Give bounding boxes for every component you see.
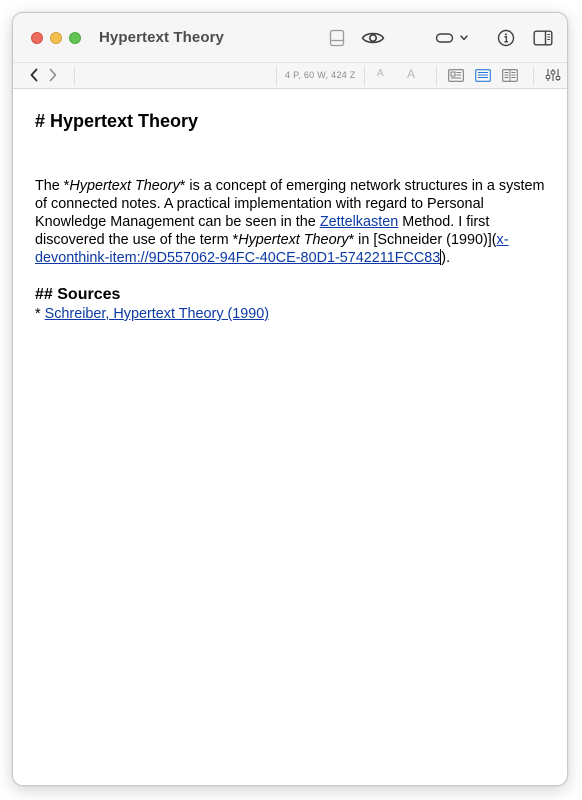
bottom-panel-icon[interactable] [327,26,347,50]
window-title: Hypertext Theory [99,29,224,46]
text-run: The * [35,178,70,194]
text-layout-icon [448,68,464,82]
toolbar-divider [436,66,437,86]
zettelkasten-link[interactable]: Zettelkasten [320,214,398,230]
forward-button[interactable] [44,66,62,84]
eye-icon[interactable] [360,26,386,50]
emphasis-text: Hypertext Theory [69,178,180,194]
increase-font-button[interactable]: A [407,67,415,81]
list-bullet: * [35,306,45,322]
decrease-font-button[interactable]: A [377,68,384,79]
info-icon[interactable] [496,26,516,50]
view-mode-split-button[interactable] [502,68,518,82]
view-mode-editor-button[interactable] [448,68,464,82]
text-run: ). [441,250,451,266]
source-link[interactable]: Schreiber, Hypertext Theory (1990) [45,306,270,322]
document-stats: 4 P, 60 W, 424 Z [285,70,356,80]
text-lines-icon [475,68,491,82]
sliders-icon [545,69,561,81]
tag-menu-button[interactable] [435,26,471,50]
sidebar-icon[interactable] [532,26,554,50]
list-item: * Schreiber, Hypertext Theory (1990) [35,305,545,323]
document-heading: # Hypertext Theory [35,111,199,131]
font-smaller-label: A [377,68,384,79]
maximize-window-button[interactable] [69,32,81,44]
toolbar-divider [533,66,534,86]
toolbar-divider [74,66,75,86]
split-view-icon [502,68,518,82]
sources-heading: ## Sources [35,286,121,303]
capsule-icon [435,33,468,43]
document-content[interactable]: # Hypertext Theory The *Hypertext Theory… [13,89,567,785]
view-mode-preview-button[interactable] [475,68,491,82]
close-window-button[interactable] [31,32,43,44]
chevron-left-icon [30,68,38,82]
emphasis-text: Hypertext Theory [238,232,349,248]
toolbar-divider [364,66,365,86]
chevron-right-icon [49,68,57,82]
toolbar-divider [276,66,277,86]
document-window: Hypertext Theory 4 P, 60 W, 424 Z A A # … [12,12,568,786]
title-bar: Hypertext Theory [13,13,567,63]
editor-toolbar: 4 P, 60 W, 424 Z A A [13,63,567,89]
back-button[interactable] [25,66,43,84]
minimize-window-button[interactable] [50,32,62,44]
body-paragraph: The *Hypertext Theory* is a concept of e… [35,177,545,267]
text-run: * in [Schneider (1990)]( [348,232,497,248]
format-settings-button[interactable] [545,68,561,82]
font-larger-label: A [407,67,416,81]
